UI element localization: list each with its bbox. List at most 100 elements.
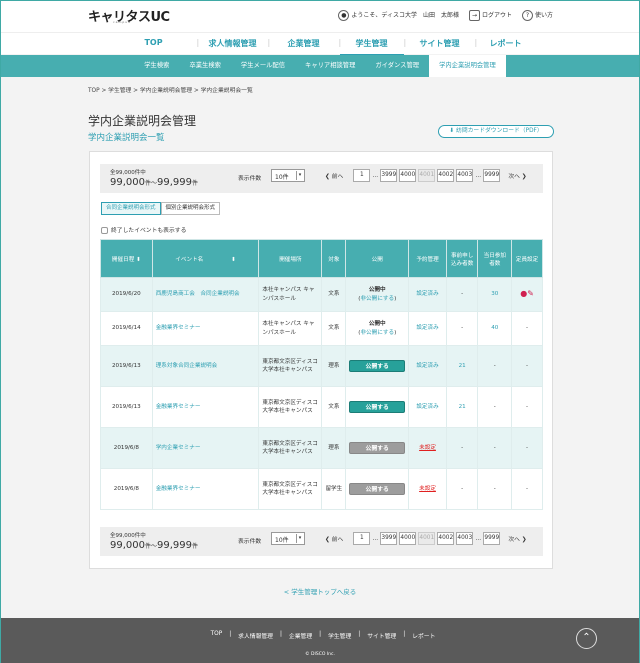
subnav-guidance[interactable]: ガイダンス管理 [365, 55, 429, 77]
next-page-link[interactable]: 次へ ❯ [508, 534, 526, 543]
tab-individual-seminar[interactable]: 個別企業説明会形式 [160, 202, 221, 215]
page-current: 4001 [418, 169, 436, 182]
event-link[interactable]: 金融業界セミナー [156, 404, 201, 410]
pre-count-link[interactable]: 21 [459, 363, 466, 369]
subnav-student-mail[interactable]: 学生メール配信 [231, 55, 295, 77]
col-event-name-label: イベント名 [175, 256, 204, 263]
prev-page-link[interactable]: ❮ 前へ [325, 534, 343, 543]
day-count-link[interactable]: 30 [491, 291, 498, 297]
page-1[interactable]: 1 [353, 532, 371, 545]
chevron-right-icon: ❯ [519, 537, 527, 543]
chevron-left-icon: ❮ [325, 174, 332, 180]
footer-link-top[interactable]: TOP [204, 631, 230, 640]
cell-event-name: 金融業界セミナー [151, 386, 260, 428]
page-9999[interactable]: 9999 [483, 532, 501, 545]
cell-day: - [477, 468, 513, 510]
back-link[interactable]: < 学生管理トップへ戻る [1, 586, 639, 596]
reservation-unset-link[interactable]: 未設定 [419, 486, 436, 492]
checkbox-box[interactable] [101, 227, 108, 234]
download-icon: ⬇ [449, 128, 457, 134]
page-4000[interactable]: 4000 [399, 169, 417, 182]
page-3999[interactable]: 3999 [380, 169, 398, 182]
tab-joint-seminar[interactable]: 合同企業説明会形式 [101, 202, 161, 215]
cell-pre: 21 [445, 345, 479, 387]
breadcrumb: TOP > 学生管理 > 学内企業説明会管理 > 学内企業説明会一覧 [88, 88, 253, 94]
scroll-to-top-button[interactable]: ⌃ [576, 628, 597, 649]
gnav-top[interactable]: TOP [111, 33, 197, 56]
range-unit: 件 [192, 543, 199, 550]
subnav-campus-seminar[interactable]: 学内企業説明会管理 [429, 55, 506, 77]
subnav-career-consult[interactable]: キャリア相談管理 [295, 55, 365, 77]
publish-button[interactable]: 公開する [349, 360, 406, 372]
footer-link-company[interactable]: 企業管理 [282, 631, 319, 640]
table-row: 2019/6/20 西鹿児島商工会 合同企業説明会 本社キャンパス キャンパスホ… [100, 277, 543, 312]
sub-nav: 学生検索 卒業生検索 学生メール配信 キャリア相談管理 ガイダンス管理 学内企業… [1, 55, 639, 77]
gnav-site-management[interactable]: サイト管理 [405, 33, 475, 56]
page-4003[interactable]: 4003 [456, 169, 474, 182]
back-link-label[interactable]: < 学生管理トップへ戻る [284, 588, 357, 596]
event-link[interactable]: 金融業界セミナー [156, 486, 201, 492]
cell-publish: 公開する [345, 468, 410, 510]
gnav-job-management[interactable]: 求人情報管理 [198, 33, 268, 56]
page-9999[interactable]: 9999 [483, 169, 501, 182]
gnav-student-management[interactable]: 学生管理 [339, 33, 404, 56]
cell-reservation: 設定済み [408, 386, 447, 428]
footer-link-report[interactable]: レポート [405, 631, 442, 640]
pdf-download-button[interactable]: ⬇ 訪問カードダウンロード（PDF） [438, 125, 554, 138]
cell-publish: 公開中 (非公開にする) [345, 311, 410, 346]
total-count: 全99,000件中 [110, 170, 146, 176]
next-page-link[interactable]: 次へ ❯ [508, 171, 526, 180]
event-link[interactable]: 学内企業セミナー [156, 445, 201, 451]
page-ellipsis: … [475, 172, 482, 179]
page-1[interactable]: 1 [353, 169, 371, 182]
publish-button[interactable]: 公開する [349, 401, 406, 413]
page-3999[interactable]: 3999 [380, 532, 398, 545]
subnav-graduate-search[interactable]: 卒業生検索 [179, 55, 230, 77]
copyright: © DISCO Inc. [305, 652, 335, 657]
pencil-icon[interactable]: ●✎ [520, 289, 534, 298]
day-count-link[interactable]: 40 [491, 325, 498, 331]
page-4002[interactable]: 4002 [437, 169, 455, 182]
reservation-link[interactable]: 設定済み [416, 363, 438, 369]
col-event-name[interactable]: イベント名 ⬍ [151, 239, 260, 278]
per-page-select[interactable]: 10件 ▾ [271, 532, 305, 545]
range-start: 99,000 [110, 177, 145, 188]
reservation-unset-link[interactable]: 未設定 [419, 445, 436, 451]
help-link[interactable]: ? 使い方 [521, 10, 553, 21]
reservation-link[interactable]: 設定済み [416, 325, 438, 331]
pre-count-link[interactable]: 21 [459, 404, 466, 410]
footer-link-student[interactable]: 学生管理 [321, 631, 358, 640]
page-4000[interactable]: 4000 [399, 532, 417, 545]
event-link[interactable]: 金融業界セミナー [156, 325, 201, 331]
page-4002[interactable]: 4002 [437, 532, 455, 545]
help-label: 使い方 [534, 12, 553, 19]
range-end: 99,999 [157, 540, 193, 551]
gnav-report[interactable]: レポート [476, 33, 536, 56]
cell-date: 2019/6/13 [100, 386, 153, 428]
pagination: ❮ 前へ 1 … 3999 4000 4001 4002 4003 … 9999… [325, 532, 527, 545]
gnav-company-management[interactable]: 企業管理 [269, 33, 339, 56]
logout-link[interactable]: → ログアウト [468, 10, 512, 21]
footer-link-job[interactable]: 求人情報管理 [231, 631, 280, 640]
col-date[interactable]: 開催日程 ⬍ [100, 239, 153, 278]
table-row: 2019/6/14 金融業界セミナー 本社キャンパス キャンパスホール 文系 公… [100, 311, 543, 346]
logo-subtext: campus [113, 20, 131, 24]
reservation-link[interactable]: 設定済み [416, 404, 438, 410]
unpublish-link[interactable]: 非公開にする [360, 330, 394, 336]
show-ended-checkbox[interactable]: 終了したイベントも表示する [101, 225, 186, 234]
per-page-label: 表示件数 [238, 539, 262, 545]
footer-link-site[interactable]: サイト管理 [360, 631, 403, 640]
subnav-student-search[interactable]: 学生検索 [134, 55, 179, 77]
table-row: 2019/6/13 理系対象合同企業説明会 東京都文京区ディスコ大学本社キャンパ… [100, 345, 543, 387]
cell-event-name: 金融業界セミナー [151, 468, 260, 510]
chevron-down-icon: ▾ [296, 171, 303, 180]
event-link[interactable]: 西鹿児島商工会 合同企業説明会 [156, 291, 240, 297]
per-page-select[interactable]: 10件 ▾ [271, 169, 305, 182]
range-unit: 件 [192, 180, 199, 187]
reservation-link[interactable]: 設定済み [416, 291, 438, 297]
page-4003[interactable]: 4003 [456, 532, 474, 545]
per-page-value: 10件 [275, 174, 289, 181]
event-link[interactable]: 理系対象合同企業説明会 [156, 363, 218, 369]
unpublish-link[interactable]: 非公開にする [360, 296, 394, 302]
prev-page-link[interactable]: ❮ 前へ [325, 171, 343, 180]
